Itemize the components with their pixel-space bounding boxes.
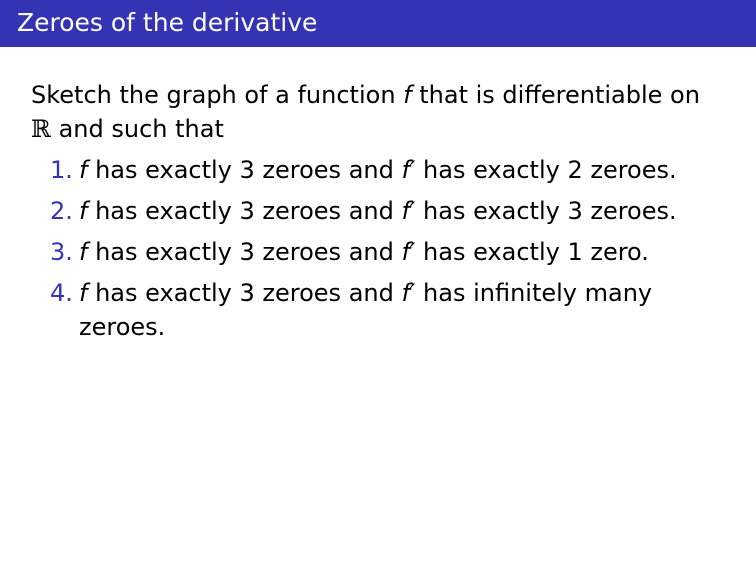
slide-content: Sketch the graph of a function f that is… [31, 78, 731, 344]
intro-text: Sketch the graph of a function [31, 81, 396, 109]
function-symbol: f [79, 238, 88, 266]
derivative-symbol: f′ [401, 279, 416, 307]
item-text: has exactly 1 zero. [423, 238, 649, 266]
slide-title: Zeroes of the derivative [17, 8, 318, 37]
derivative-symbol: f′ [401, 156, 416, 184]
intro-line-2: ℝ and such that [31, 112, 731, 146]
reals-symbol: ℝ [31, 115, 51, 143]
item-text: has exactly 3 zeroes and [95, 197, 394, 225]
item-text: has exactly 3 zeroes and [95, 238, 394, 266]
list-item: 4. f has exactly 3 zeroes and f′ has inf… [31, 273, 731, 344]
intro-text: and such that [58, 115, 224, 143]
item-text: has exactly 3 zeroes. [423, 197, 677, 225]
list-item: 2. f has exactly 3 zeroes and f′ has exa… [31, 191, 731, 232]
derivative-symbol: f′ [401, 197, 416, 225]
title-bar: Zeroes of the derivative [0, 0, 756, 47]
list-item: 1. f has exactly 3 zeroes and f′ has exa… [31, 150, 731, 191]
intro-line-1: Sketch the graph of a function f that is… [31, 78, 731, 112]
item-text: has exactly 2 zeroes. [423, 156, 677, 184]
function-symbol: f [79, 279, 88, 307]
item-number: 3. [50, 238, 73, 266]
item-number: 2. [50, 197, 73, 225]
item-number: 4. [50, 279, 73, 307]
list-item: 3. f has exactly 3 zeroes and f′ has exa… [31, 232, 731, 273]
enumerated-list: 1. f has exactly 3 zeroes and f′ has exa… [31, 150, 731, 344]
function-symbol: f [79, 197, 88, 225]
item-text: has exactly 3 zeroes and [95, 156, 394, 184]
function-symbol: f [79, 156, 88, 184]
function-symbol: f [403, 81, 412, 109]
item-text: has exactly 3 zeroes and [95, 279, 394, 307]
item-number: 1. [50, 156, 73, 184]
intro-text: that is differentiable on [419, 81, 700, 109]
derivative-symbol: f′ [401, 238, 416, 266]
